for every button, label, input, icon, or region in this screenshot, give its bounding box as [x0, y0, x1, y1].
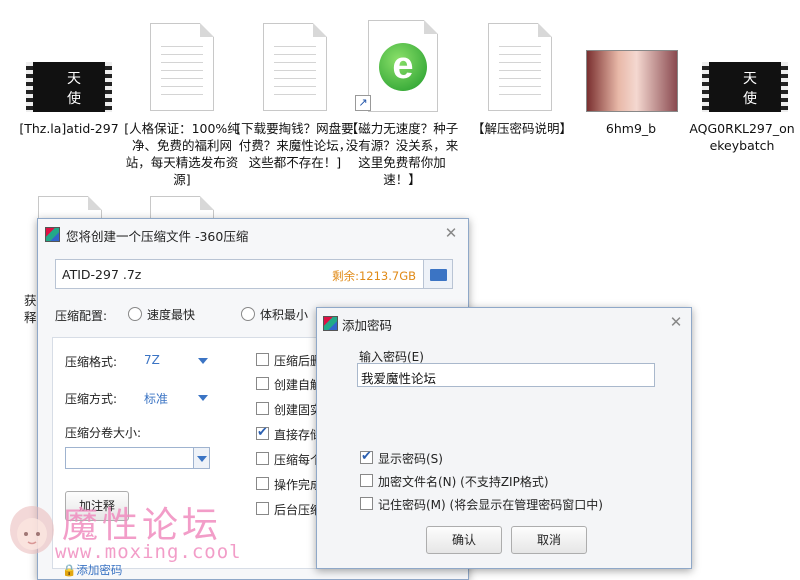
title-bar[interactable]: 您将创建一个压缩文件 -360压缩 ✕: [38, 219, 468, 249]
format-select[interactable]: 7Z: [144, 353, 160, 367]
format-label: 压缩格式:: [65, 355, 118, 369]
file-label[interactable]: 获释: [24, 292, 37, 326]
method-label: 压缩方式:: [65, 392, 118, 406]
close-icon[interactable]: ✕: [665, 312, 687, 332]
file-label[interactable]: 【磁力无速度？种子没有源？没关系，来这里免费帮你加速！】: [343, 120, 461, 188]
ie-logo-icon: e: [379, 43, 427, 91]
password-value: 我爱魔性论坛: [361, 371, 437, 386]
radio-icon[interactable]: [128, 307, 142, 321]
shortcut-arrow-icon: ↗: [355, 95, 371, 111]
internet-shortcut-icon[interactable]: e ↗: [355, 20, 438, 112]
file-label[interactable]: [人格保证：100%纯净、免费的福利网站，每天精选发布资源]: [123, 120, 241, 188]
file-label[interactable]: [Thz.la]atid-297: [10, 120, 128, 137]
option-checkbox[interactable]: [256, 502, 269, 515]
remaining-space: 剩余:1213.7GB: [332, 269, 416, 283]
text-file-icon[interactable]: [488, 23, 552, 111]
encrypt-filenames-checkbox[interactable]: [360, 474, 373, 487]
option-label[interactable]: 压缩每个: [274, 451, 322, 468]
option-label[interactable]: 创建固实: [274, 401, 322, 418]
chevron-down-icon[interactable]: [198, 358, 208, 364]
config-option-fastest[interactable]: 速度最快: [128, 306, 195, 323]
file-label[interactable]: 6hm9_b: [572, 120, 690, 137]
option-label[interactable]: 直接存储: [274, 426, 322, 443]
filename-field[interactable]: ATID-297 .7z 剩余:1213.7GB: [55, 259, 425, 289]
360zip-app-icon: [45, 227, 60, 242]
split-size-label: 压缩分卷大小:: [65, 426, 142, 440]
title-bar[interactable]: 添加密码 ✕: [317, 308, 691, 338]
option-checkbox[interactable]: [256, 377, 269, 390]
option-checkbox[interactable]: [256, 452, 269, 465]
split-size-dropdown[interactable]: [193, 447, 210, 469]
config-option-smallest[interactable]: 体积最小: [241, 306, 308, 323]
confirm-button[interactable]: 确认: [426, 526, 502, 554]
encrypt-filenames-label[interactable]: 加密文件名(N) (不支持ZIP格式): [378, 473, 549, 490]
mascot-logo: [6, 502, 58, 562]
remember-password-label[interactable]: 记住密码(M) (将会显示在管理密码窗口中): [378, 496, 603, 513]
option-label[interactable]: 后台压缩: [274, 501, 322, 518]
add-password-link[interactable]: 🔒添加密码: [62, 562, 122, 578]
password-dialog: 添加密码 ✕ 输入密码(E) 我爱魔性论坛 显示密码(S) 加密文件名(N) (…: [316, 307, 692, 569]
browse-folder-button[interactable]: [423, 259, 453, 289]
file-label[interactable]: AQG0RKL297_onekeybatch: [686, 120, 798, 154]
dialog-title: 添加密码: [342, 318, 393, 333]
option-checkbox[interactable]: [256, 477, 269, 490]
show-password-checkbox[interactable]: [360, 449, 373, 464]
text-file-icon[interactable]: [150, 23, 214, 111]
option-checkbox[interactable]: [256, 402, 269, 415]
chevron-down-icon: [197, 456, 207, 462]
thumbnail-art: 天使: [67, 71, 81, 107]
remember-password-checkbox[interactable]: [360, 497, 373, 510]
method-select[interactable]: 标准: [144, 390, 168, 407]
option-label[interactable]: 操作完成: [274, 476, 322, 493]
option-checkbox[interactable]: [256, 353, 269, 366]
folder-icon: [430, 269, 447, 281]
cancel-button[interactable]: 取消: [511, 526, 587, 554]
config-label: 压缩配置:: [55, 309, 108, 323]
chevron-down-icon[interactable]: [198, 395, 208, 401]
image-thumbnail[interactable]: [586, 50, 678, 112]
show-password-label[interactable]: 显示密码(S): [378, 450, 443, 467]
file-label[interactable]: [下载要掏钱？网盘要付费？来魔性论坛，这些都不存在！]: [236, 120, 354, 171]
360zip-app-icon: [323, 316, 338, 331]
option-checkbox[interactable]: [256, 425, 269, 440]
option-label[interactable]: 创建自解: [274, 376, 322, 393]
text-file-icon[interactable]: [263, 23, 327, 111]
thumbnail-art: 天使: [743, 71, 757, 107]
option-label[interactable]: 压缩后删: [274, 352, 322, 369]
video-thumbnail[interactable]: 天使: [702, 62, 788, 112]
close-icon[interactable]: ✕: [440, 223, 462, 243]
window-title: 您将创建一个压缩文件 -360压缩: [66, 229, 249, 244]
password-input[interactable]: 我爱魔性论坛: [357, 363, 655, 387]
file-label[interactable]: 【解压密码说明】: [463, 120, 581, 137]
filename-value: ATID-297 .7z: [62, 267, 142, 282]
video-thumbnail[interactable]: 天使: [26, 62, 112, 112]
split-size-input[interactable]: [65, 447, 210, 469]
watermark-url: www.moxing.cool: [55, 541, 242, 563]
radio-icon[interactable]: [241, 307, 255, 321]
